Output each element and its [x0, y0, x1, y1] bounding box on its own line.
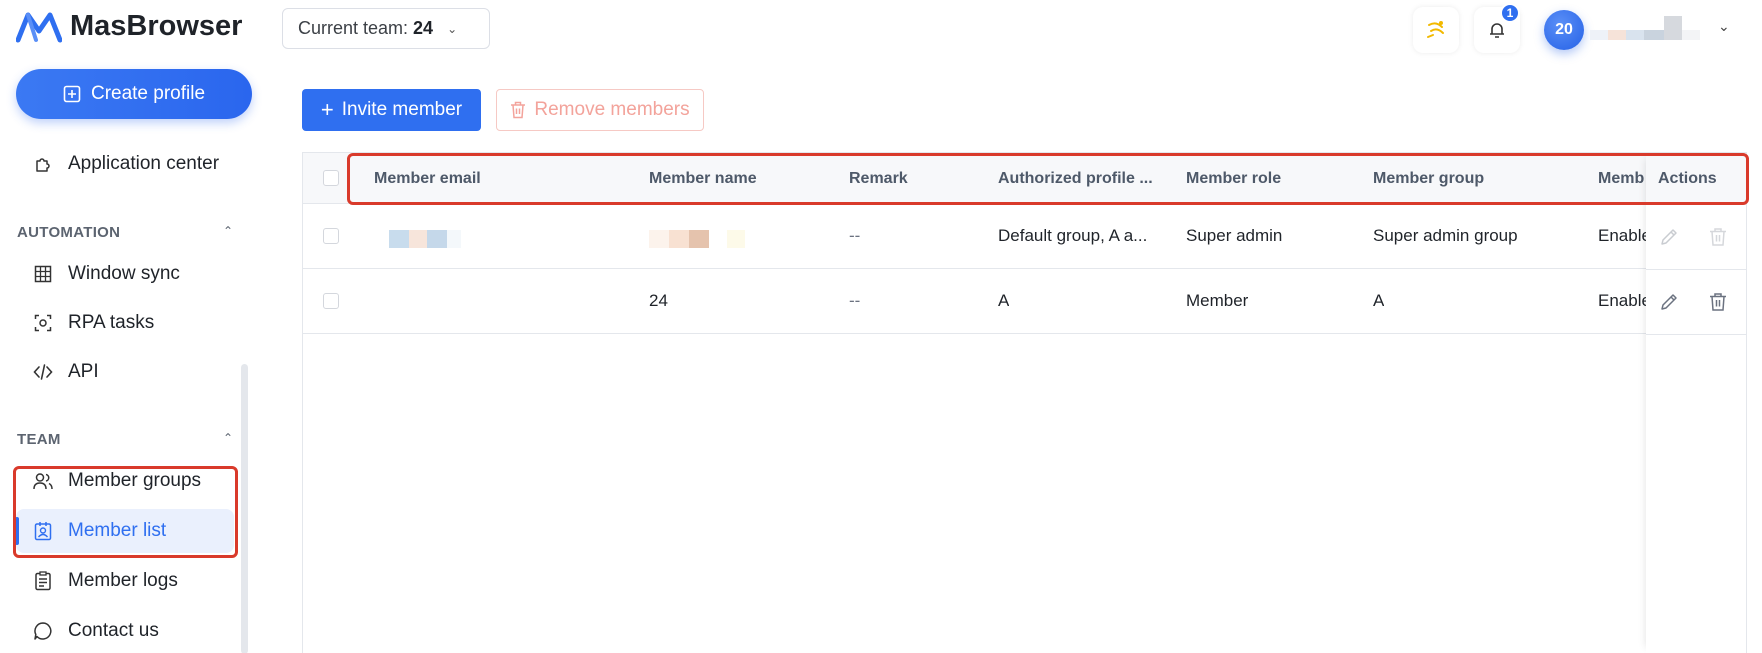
team-selector[interactable]: Current team: 24 ⌄ [282, 8, 490, 49]
scan-icon [32, 312, 54, 334]
member-name-blurred [649, 230, 745, 248]
puzzle-icon [32, 153, 54, 175]
select-all-checkbox[interactable] [323, 170, 339, 186]
notification-badge: 1 [1500, 3, 1520, 23]
edit-icon[interactable] [1658, 291, 1680, 313]
authorized-profile-cell: A [998, 291, 1010, 310]
sidebar-item-label: API [68, 361, 99, 382]
actions-column: Actions [1646, 153, 1746, 653]
member-name-cell: 24 [649, 291, 668, 310]
column-header-member-status[interactable]: Memb [1598, 153, 1648, 204]
create-profile-button[interactable]: Create profile [16, 69, 252, 119]
sidebar-item-label: Contact us [68, 620, 159, 641]
column-header-member-role[interactable]: Member role [1186, 153, 1336, 204]
column-header-authorized-profile[interactable]: Authorized profile ... [998, 153, 1163, 204]
remove-members-label: Remove members [534, 99, 690, 120]
member-email-blurred [389, 230, 461, 248]
app-name: MasBrowser [70, 10, 243, 42]
column-header-member-group[interactable]: Member group [1373, 153, 1553, 204]
sidebar-item-label: Member list [68, 520, 167, 541]
table-row[interactable]: -- Default group, A a... Super admin Sup… [303, 204, 1746, 269]
sidebar-item-api[interactable]: API [16, 350, 234, 394]
delete-icon[interactable] [1707, 291, 1729, 313]
column-header-actions: Actions [1658, 170, 1717, 187]
sidebar: Create profile Application center AUTOMA… [0, 58, 252, 653]
team-label: Current team: [298, 18, 409, 38]
sidebar-item-label: Window sync [68, 263, 180, 284]
sidebar-item-contact-us[interactable]: Contact us [16, 609, 234, 653]
sidebar-item-member-groups[interactable]: Member groups [16, 459, 234, 503]
chevron-up-icon[interactable]: ⌃ [223, 431, 233, 445]
member-group-cell: Super admin group [1373, 226, 1518, 245]
remark-cell: -- [849, 291, 861, 310]
chevron-down-icon: ⌄ [447, 21, 458, 36]
sidebar-item-label: Member groups [68, 470, 202, 491]
column-header-name[interactable]: Member name [649, 153, 829, 204]
sidebar-item-rpa-tasks[interactable]: RPA tasks [16, 301, 234, 345]
clipboard-icon [32, 570, 54, 592]
section-automation: AUTOMATION [17, 224, 121, 241]
table-header: Member email Member name Remark Authoriz… [303, 153, 1746, 204]
chat-bubble-icon [32, 620, 54, 642]
team-value: 24 [413, 18, 434, 38]
remark-cell: -- [849, 226, 861, 245]
member-card-icon [32, 520, 54, 542]
member-group-cell: A [1373, 291, 1385, 310]
sidebar-item-member-logs[interactable]: Member logs [16, 559, 234, 603]
masbrowser-logo-icon [16, 12, 62, 42]
column-header-remark[interactable]: Remark [849, 153, 969, 204]
column-header-email[interactable]: Member email [374, 153, 574, 204]
edit-icon [1658, 226, 1680, 248]
delete-icon [1707, 226, 1729, 248]
trash-icon [511, 101, 526, 119]
sidebar-item-label: Application center [68, 153, 220, 174]
notification-button[interactable]: 1 [1474, 3, 1520, 53]
grid-icon [32, 263, 54, 285]
chevron-up-icon[interactable]: ⌃ [223, 224, 233, 238]
code-icon [32, 361, 54, 383]
row-checkbox[interactable] [323, 228, 339, 244]
top-header: MasBrowser Current team: 24 ⌄ 1 20 ⌄ [0, 0, 1762, 58]
remove-members-button[interactable]: Remove members [496, 89, 704, 131]
row-checkbox[interactable] [323, 293, 339, 309]
create-profile-label: Create profile [90, 83, 206, 104]
sidebar-item-window-sync[interactable]: Window sync [16, 252, 234, 296]
app-logo[interactable]: MasBrowser [16, 10, 242, 43]
member-role-cell: Super admin [1186, 226, 1283, 245]
sparkle-icon [1427, 21, 1444, 38]
users-icon [32, 470, 54, 492]
section-team: TEAM [17, 431, 61, 448]
member-role-cell: Member [1186, 291, 1249, 310]
member-table: Member email Member name Remark Authoriz… [302, 152, 1747, 653]
bell-icon [1490, 23, 1504, 38]
plus-square-icon [63, 85, 81, 103]
theme-switch-button[interactable] [1413, 7, 1459, 53]
sidebar-item-member-list[interactable]: Member list [15, 509, 234, 553]
authorized-profile-cell: Default group, A a... [998, 226, 1148, 245]
plus-icon: + [320, 97, 334, 122]
invite-member-button[interactable]: + Invite member [302, 89, 481, 131]
chevron-down-icon[interactable]: ⌄ [1718, 18, 1730, 35]
member-status-cell: Enable [1598, 226, 1648, 245]
table-row[interactable]: 24 -- A Member A Enable [303, 269, 1746, 334]
sidebar-item-application-center[interactable]: Application center [16, 142, 234, 186]
invite-member-label: Invite member [341, 99, 463, 120]
avatar[interactable]: 20 [1544, 10, 1584, 50]
user-name-blurred[interactable] [1590, 16, 1706, 42]
sidebar-item-label: Member logs [68, 570, 178, 591]
member-status-cell: Enable [1598, 291, 1648, 310]
sidebar-scrollbar[interactable] [241, 364, 248, 653]
sidebar-item-label: RPA tasks [68, 312, 155, 333]
